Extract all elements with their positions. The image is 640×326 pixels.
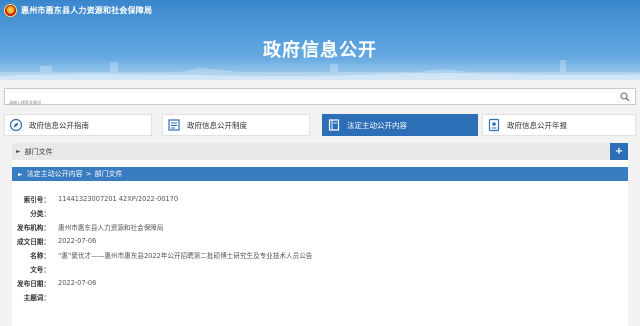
page-title: 政府信息公开 <box>263 40 377 61</box>
breadcrumb: ► 法定主动公开内容 > 部门文件 <box>12 167 628 181</box>
meta-value: 2022-07-06 <box>58 236 97 245</box>
search-input[interactable] <box>5 95 605 110</box>
book-icon <box>328 119 340 131</box>
chevron-right-icon: ► <box>16 148 21 155</box>
meta-value: “惠”聚优才——惠州市惠东县2022年公开招聘第二批硕博士研究生及专业技术人员公… <box>58 251 313 260</box>
document-list-icon <box>168 119 180 131</box>
meta-value: 惠州市惠东县人力资源和社会保障局 <box>58 223 164 232</box>
meta-row-category: 分类： <box>12 207 58 218</box>
tab-statutory-content-label: 法定主动公开内容 <box>347 120 407 130</box>
meta-key: 发布机构： <box>17 223 50 232</box>
breadcrumb-item-dept-files[interactable]: 部门文件 <box>95 169 123 179</box>
meta-key: 名称： <box>30 251 50 260</box>
meta-key: 索引号： <box>23 195 50 204</box>
meta-row-doc-number: 文号： <box>12 263 58 274</box>
meta-value: 11441323007201 42XP/2022-00170 <box>58 194 179 203</box>
meta-key: 成文日期： <box>17 237 50 246</box>
tab-statutory-content[interactable]: 法定主动公开内容 <box>322 114 478 136</box>
tab-annual-report-label: 政府信息公开年报 <box>507 120 567 130</box>
header-banner: 惠州市惠东县人力资源和社会保障局 政府信息公开 <box>0 0 640 80</box>
content-panel: ► 部门文件 + ► 法定主动公开内容 > 部门文件 索引号： 11441323… <box>12 143 628 326</box>
tab-annual-report[interactable]: 政府信息公开年报 <box>482 114 636 136</box>
nav-tabs: 政府信息公开指南 政府信息公开制度 法定主动公开内容 政府信息公开年报 <box>0 114 640 136</box>
tab-system-label: 政府信息公开制度 <box>187 120 247 130</box>
org-name[interactable]: 惠州市惠东县人力资源和社会保障局 <box>21 4 152 17</box>
meta-key: 主题词： <box>23 293 50 302</box>
search-icon[interactable] <box>620 92 630 102</box>
bottom-fade <box>12 312 628 326</box>
report-icon <box>488 118 500 132</box>
tab-system[interactable]: 政府信息公开制度 <box>162 114 310 136</box>
meta-value: 2022-07-06 <box>58 278 97 287</box>
meta-row-index: 索引号： 11441323007201 42XP/2022-00170 <box>12 193 178 204</box>
meta-key: 发布日期： <box>17 279 50 288</box>
expand-button[interactable]: + <box>610 143 628 160</box>
tab-guide-label: 政府信息公开指南 <box>29 120 89 130</box>
national-emblem-icon <box>4 4 17 17</box>
compass-icon <box>9 118 23 132</box>
meta-row-name: 名称： “惠”聚优才——惠州市惠东县2022年公开招聘第二批硕博士研究生及专业技… <box>12 249 312 260</box>
dept-files-bar[interactable]: ► 部门文件 + <box>12 143 628 160</box>
tab-guide[interactable]: 政府信息公开指南 <box>4 114 152 136</box>
search-box <box>4 88 636 110</box>
meta-row-publisher: 发布机构： 惠州市惠东县人力资源和社会保障局 <box>12 221 164 232</box>
breadcrumb-separator: > <box>85 170 92 178</box>
chevron-right-icon: ► <box>18 170 23 178</box>
meta-key: 文号： <box>30 265 50 274</box>
search-area <box>0 80 640 110</box>
meta-key: 分类： <box>30 209 50 218</box>
meta-row-publish-date: 发布日期： 2022-07-06 <box>12 277 96 288</box>
breadcrumb-item-statutory[interactable]: 法定主动公开内容 <box>27 169 83 179</box>
dept-files-label: 部门文件 <box>24 147 53 156</box>
meta-row-written-date: 成文日期： 2022-07-06 <box>12 235 96 246</box>
meta-row-keywords: 主题词： <box>12 291 58 302</box>
